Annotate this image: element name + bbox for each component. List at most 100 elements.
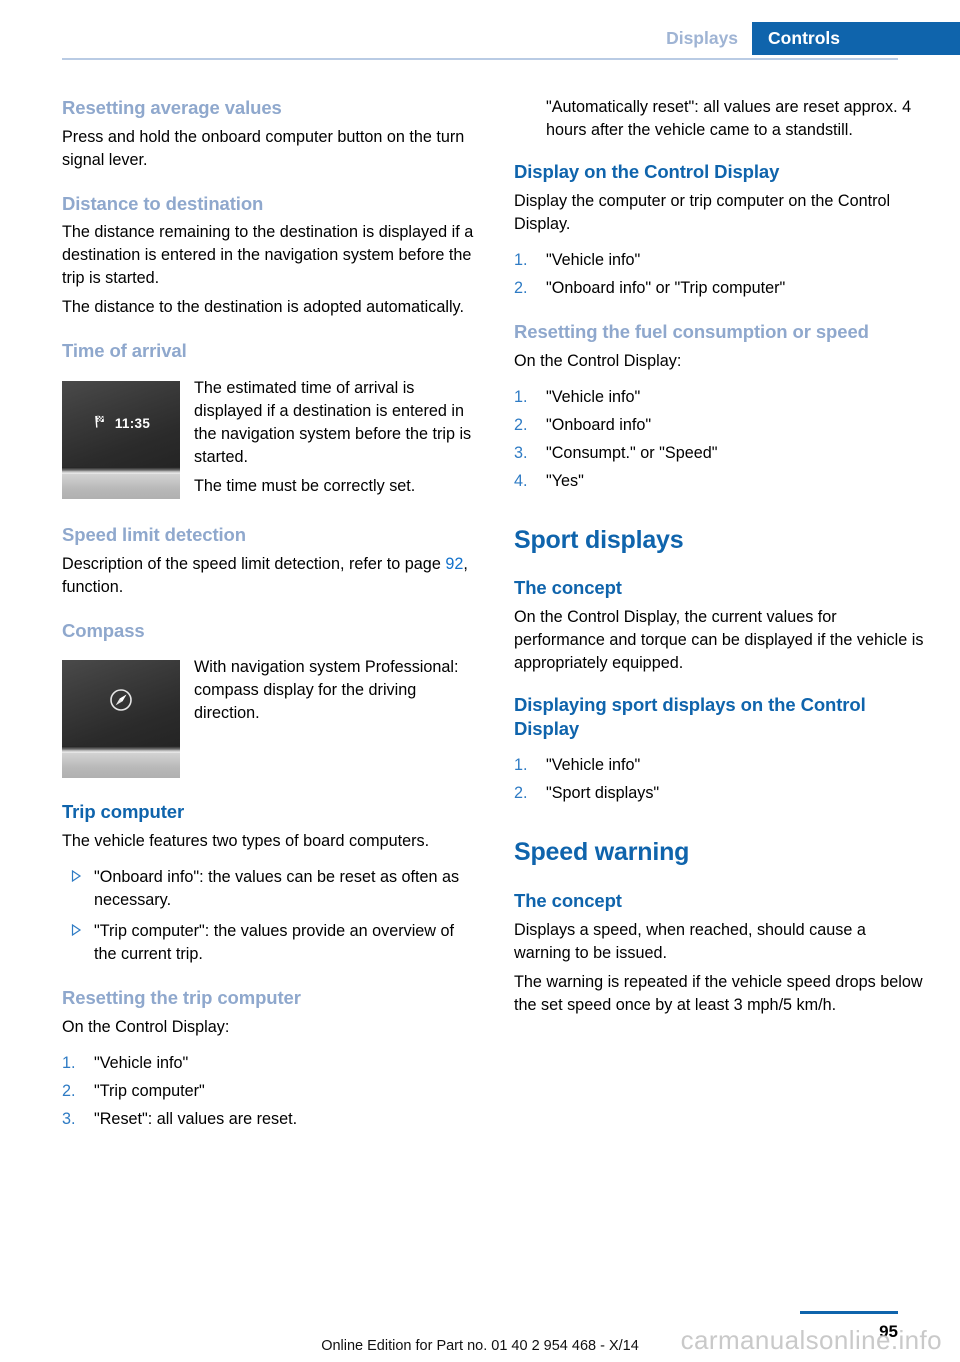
list-resetting-trip-computer-steps: 1. "Vehicle info" 2. "Trip computer" 3. …: [62, 1052, 474, 1131]
heading-display-on-control-display: Display on the Control Display: [514, 161, 780, 182]
page-footer: 95 Online Edition for Part no. 01 40 2 9…: [0, 1292, 960, 1362]
list-item: 4. "Yes": [514, 470, 926, 493]
step-label: "Sport displays": [546, 784, 660, 803]
step-label: "Vehicle info": [546, 251, 641, 270]
list-item: "Trip computer": the values provide an o…: [62, 920, 474, 966]
list-item: 1. "Vehicle info": [514, 754, 926, 777]
header-divider: [62, 58, 898, 60]
step-number: 3.: [62, 1110, 76, 1129]
triangle-bullet-icon: [64, 870, 82, 883]
step-label: "Yes": [546, 471, 584, 490]
compass-icon: [108, 687, 134, 720]
document-page: Displays Controls Resetting average valu…: [0, 0, 960, 1362]
text-resetting-fuel-consumption: On the Control Display:: [514, 351, 682, 370]
figure-caption-time-of-arrival: The estimated time of arrival is display…: [194, 377, 474, 498]
step-number: 2.: [514, 415, 528, 434]
heading-displaying-sport-displays: Displaying sport displays on the Control…: [514, 694, 866, 740]
list-trip-computer-types: "Onboard info": the values can be reset …: [62, 866, 474, 966]
triangle-bullet-icon: [64, 924, 82, 937]
step-number: 1.: [514, 251, 528, 270]
display-edge: [62, 746, 180, 754]
step-number: 4.: [514, 471, 528, 490]
text-time-of-arrival-1: The estimated time of arrival is display…: [194, 379, 472, 467]
step-number: 2.: [62, 1082, 76, 1101]
step-number: 1.: [514, 387, 528, 406]
step-label: "Onboard info" or "Trip computer": [546, 279, 786, 298]
display-base: [62, 753, 180, 779]
step-label: "Onboard info": [546, 415, 652, 434]
list-sport-displays-steps: 1. "Vehicle info" 2. "Sport displays": [514, 754, 926, 805]
list-item: 3. "Consumpt." or "Speed": [514, 442, 926, 465]
list-item: 1. "Vehicle info": [514, 249, 926, 272]
step-number: 2.: [514, 784, 528, 803]
heading-resetting-fuel-consumption: Resetting the fuel consumption or speed: [514, 321, 869, 343]
list-item: 2. "Trip computer": [62, 1080, 474, 1103]
step-label: "Consumpt." or "Speed": [546, 443, 718, 462]
step-label: "Vehicle info": [546, 756, 641, 775]
checkered-flag-icon: [92, 413, 108, 436]
figure-time-of-arrival: 11:35 The estimated time of arrival is d…: [62, 377, 474, 503]
heading-speed-limit-detection: Speed limit detection: [62, 524, 246, 546]
heading-sport-displays: Sport displays: [514, 525, 684, 554]
text-resetting-trip-computer: On the Control Display:: [62, 1018, 230, 1037]
text-speed-warning-2: The warning is repeated if the vehicle s…: [514, 972, 923, 1014]
page-reference-link[interactable]: 92: [445, 555, 463, 573]
step-number: 1.: [514, 756, 528, 775]
text-distance-to-destination-1: The distance remaining to the destinatio…: [62, 223, 474, 288]
footer-divider: [800, 1311, 898, 1314]
list-item: 3. "Reset": all values are reset.: [62, 1108, 474, 1131]
list-item: 1. "Vehicle info": [62, 1052, 474, 1075]
display-time-value: 11:35: [114, 416, 151, 432]
step-label: "Reset": all values are reset.: [94, 1110, 298, 1129]
section-tabs: Displays Controls: [656, 22, 960, 55]
step-number: 3.: [514, 443, 528, 462]
step-label: "Vehicle info": [94, 1054, 189, 1073]
heading-time-of-arrival: Time of arrival: [62, 340, 187, 362]
heading-distance-to-destination: Distance to destination: [62, 192, 264, 214]
display-edge: [62, 467, 180, 475]
heading-compass: Compass: [62, 619, 145, 641]
step-number: 1.: [62, 1054, 76, 1073]
text-speed-warning-1: Displays a speed, when reached, should c…: [514, 920, 866, 962]
page-header: Displays Controls: [0, 0, 960, 62]
list-item: 1. "Vehicle info": [514, 386, 926, 409]
list-resetting-fuel-steps: 1. "Vehicle info" 2. "Onboard info" 3. "…: [514, 386, 926, 493]
list-item-label: "Trip computer": the values provide an o…: [94, 922, 454, 964]
text-trip-computer: The vehicle features two types of board …: [62, 832, 430, 851]
tab-displays[interactable]: Displays: [656, 22, 753, 55]
heading-speed-warning-concept: The concept: [514, 889, 622, 911]
list-item-label: "Onboard info": the values can be reset …: [94, 868, 460, 910]
list-item: 2. "Onboard info": [514, 414, 926, 437]
list-display-control-display-steps: 1. "Vehicle info" 2. "Onboard info" or "…: [514, 249, 926, 300]
step-number: 2.: [514, 279, 528, 298]
figure-compass: With navigation system Professional: com…: [62, 656, 474, 782]
display-content: 11:35: [62, 381, 180, 467]
text-distance-to-destination-2: The distance to the destination is adopt…: [62, 298, 464, 317]
watermark: carmanualsonline.info: [680, 1325, 942, 1355]
text-resetting-average-values: Press and hold the onboard computer butt…: [62, 127, 465, 169]
list-item: 2. "Sport displays": [514, 782, 926, 805]
tab-controls[interactable]: Controls: [752, 22, 960, 55]
left-column: Resetting average values Press and hold …: [62, 96, 474, 1136]
text-speed-limit-detection: Description of the speed limit detection…: [62, 553, 474, 599]
display-content: [62, 660, 180, 746]
figure-caption-compass: With navigation system Professional: com…: [194, 656, 474, 725]
text-time-of-arrival-2: The time must be correctly set.: [194, 477, 416, 496]
text-display-on-control-display: Display the computer or trip computer on…: [514, 192, 891, 234]
text-speed-limit-before: Description of the speed limit detection…: [62, 554, 446, 573]
heading-sport-displays-concept: The concept: [514, 577, 622, 599]
right-column: "Automatically reset": all values are re…: [514, 96, 926, 1017]
text-continued-bullet: "Automatically reset": all values are re…: [546, 98, 912, 139]
heading-trip-computer: Trip computer: [62, 801, 185, 823]
heading-speed-warning: Speed warning: [514, 838, 690, 867]
list-item: 2. "Onboard info" or "Trip computer": [514, 277, 926, 300]
text-sport-displays-concept: On the Control Display, the current valu…: [514, 608, 924, 673]
list-item: "Onboard info": the values can be reset …: [62, 866, 474, 912]
heading-resetting-trip-computer: Resetting the trip computer: [62, 987, 301, 1009]
text-compass: With navigation system Professional: com…: [194, 658, 459, 723]
step-label: "Vehicle info": [546, 387, 641, 406]
figure-image-time-of-arrival: 11:35: [62, 381, 180, 500]
display-base: [62, 474, 180, 500]
figure-image-compass: [62, 660, 180, 779]
step-label: "Trip computer": [94, 1082, 205, 1101]
